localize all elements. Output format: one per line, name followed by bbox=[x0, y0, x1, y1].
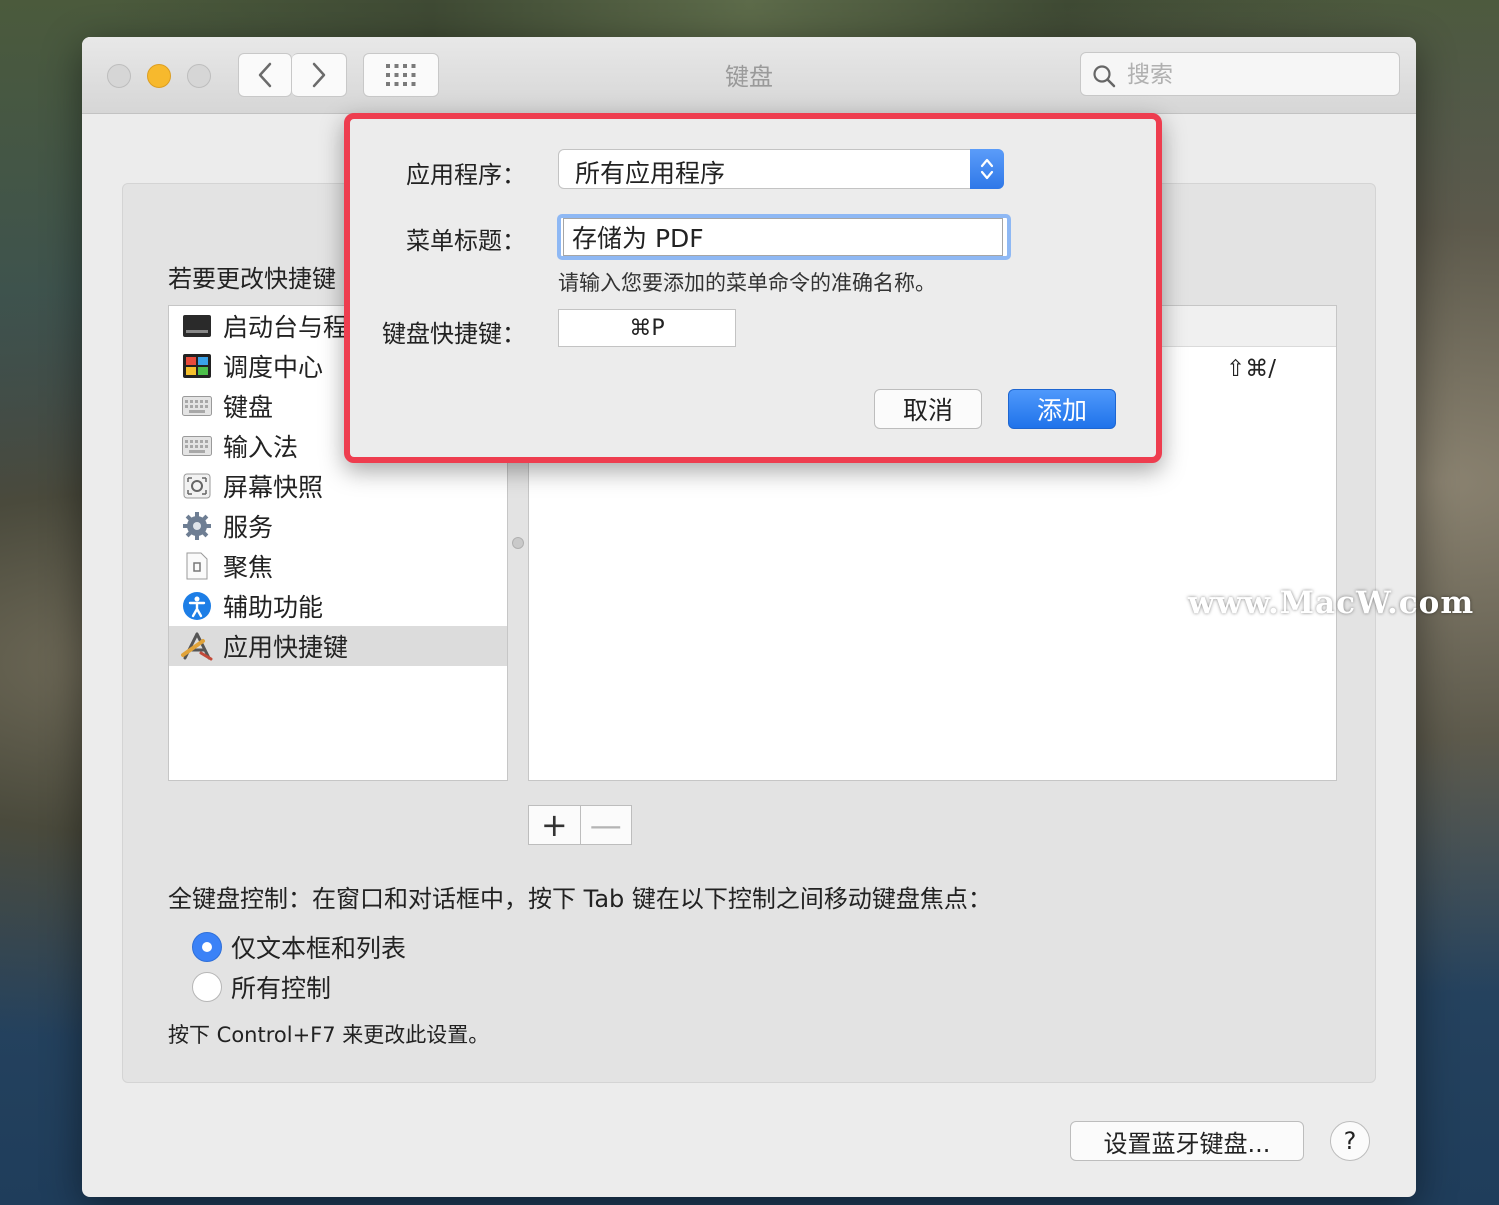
cancel-button[interactable]: 取消 bbox=[874, 389, 982, 429]
watermark: www.MacW.com bbox=[1134, 584, 1474, 622]
shortcut-cell[interactable]: ⇧⌘/ bbox=[1226, 356, 1276, 382]
radio-text-boxes-lists[interactable]: 仅文本框和列表 bbox=[192, 929, 406, 965]
application-popup[interactable]: 所有应用程序 bbox=[558, 149, 1004, 189]
add-button[interactable]: 添加 bbox=[1008, 389, 1116, 429]
menu-title-input[interactable] bbox=[563, 218, 1003, 256]
shortcut-hint: 按下 Control+F7 来更改此设置。 bbox=[168, 1023, 490, 1047]
split-view-handle[interactable] bbox=[512, 537, 524, 549]
application-value: 所有应用程序 bbox=[575, 159, 726, 188]
search-field[interactable] bbox=[1080, 52, 1400, 96]
radio-label: 所有控制 bbox=[231, 974, 332, 1003]
category-item-app-shortcuts[interactable]: 应用快捷键 bbox=[169, 626, 507, 666]
keyboard-shortcut-field[interactable]: ⌘P bbox=[558, 309, 736, 347]
app-shortcuts-icon bbox=[181, 630, 213, 662]
menu-title-label: 菜单标题： bbox=[406, 227, 526, 255]
instruction-text: 若要更改快捷键 bbox=[168, 265, 336, 293]
monitor-logo-icon bbox=[1134, 584, 1180, 622]
category-item-services[interactable]: 服务 bbox=[169, 506, 507, 546]
category-label: 调度中心 bbox=[223, 353, 324, 382]
accessibility-icon bbox=[181, 590, 213, 622]
category-label: 输入法 bbox=[223, 433, 299, 462]
remove-shortcut-button[interactable]: — bbox=[579, 806, 632, 844]
add-shortcut-sheet: 应用程序： 所有应用程序 菜单标题： 请输入您要添加的菜单命令的准确名称。 键盘… bbox=[344, 113, 1162, 463]
keyboard-icon bbox=[181, 430, 213, 462]
category-label: 屏幕快照 bbox=[223, 473, 324, 502]
category-label: 聚焦 bbox=[223, 553, 274, 582]
category-item-screenshots[interactable]: 屏幕快照 bbox=[169, 466, 507, 506]
radio-button-selected[interactable] bbox=[192, 932, 222, 962]
category-label: 启动台与程 bbox=[223, 313, 349, 342]
add-remove-control: + — bbox=[528, 805, 632, 845]
category-item-accessibility[interactable]: 辅助功能 bbox=[169, 586, 507, 626]
application-label: 应用程序： bbox=[406, 161, 526, 189]
category-label: 键盘 bbox=[223, 393, 274, 422]
help-button[interactable]: ? bbox=[1330, 1121, 1370, 1161]
screenshot-icon bbox=[181, 470, 213, 502]
title-bar: 键盘 bbox=[82, 37, 1416, 114]
menu-title-field[interactable] bbox=[557, 214, 1011, 260]
keyboard-shortcut-label: 键盘快捷键： bbox=[382, 320, 526, 348]
gear-icon bbox=[181, 510, 213, 542]
category-label: 服务 bbox=[223, 513, 274, 542]
category-item-spotlight[interactable]: 聚焦 bbox=[169, 546, 507, 586]
mission-control-icon bbox=[181, 350, 213, 382]
setup-bluetooth-keyboard-button[interactable]: 设置蓝牙键盘... bbox=[1070, 1121, 1304, 1161]
popup-stepper-icon bbox=[970, 149, 1004, 189]
search-icon bbox=[1093, 65, 1116, 88]
add-shortcut-button[interactable]: + bbox=[529, 806, 580, 844]
search-input[interactable] bbox=[1125, 57, 1389, 93]
watermark-text: www.MacW.com bbox=[1188, 585, 1475, 621]
category-label: 辅助功能 bbox=[223, 593, 324, 622]
radio-label: 仅文本框和列表 bbox=[231, 934, 407, 963]
radio-button[interactable] bbox=[192, 972, 222, 1002]
launchpad-icon bbox=[181, 310, 213, 342]
keyboard-icon bbox=[181, 390, 213, 422]
full-keyboard-access-label: 全键盘控制：在窗口和对话框中，按下 Tab 键在以下控制之间移动键盘焦点： bbox=[168, 885, 992, 913]
document-icon bbox=[181, 550, 213, 582]
menu-title-help: 请输入您要添加的菜单命令的准确名称。 bbox=[558, 271, 936, 295]
category-label: 应用快捷键 bbox=[223, 633, 349, 662]
radio-all-controls[interactable]: 所有控制 bbox=[192, 969, 331, 1005]
